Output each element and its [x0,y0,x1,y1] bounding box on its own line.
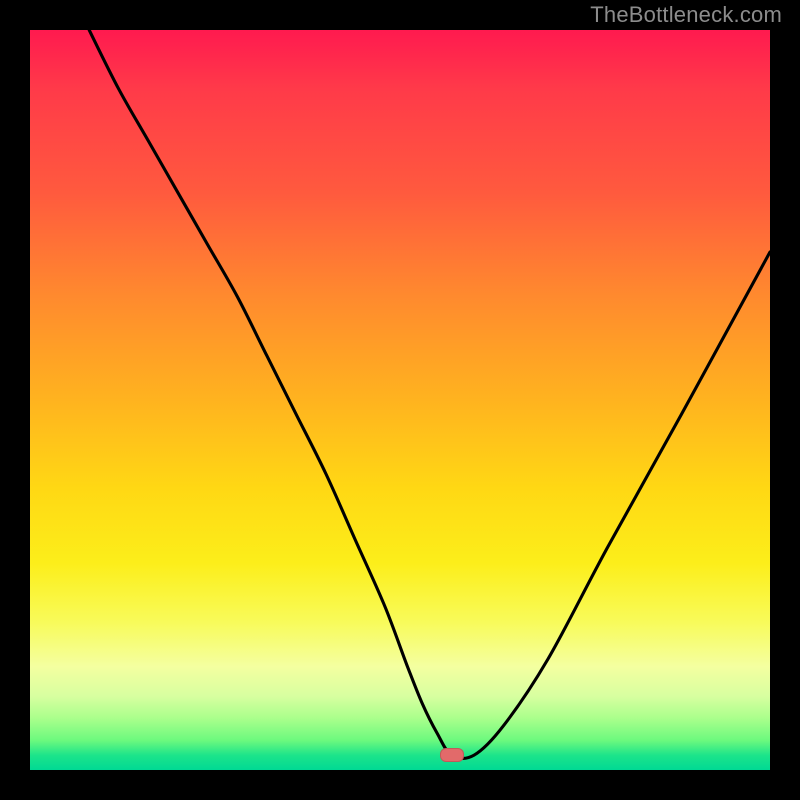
optimum-marker [440,748,464,762]
watermark-label: TheBottleneck.com [590,2,782,28]
chart-frame: TheBottleneck.com [0,0,800,800]
bottleneck-curve [30,30,770,770]
plot-area [30,30,770,770]
